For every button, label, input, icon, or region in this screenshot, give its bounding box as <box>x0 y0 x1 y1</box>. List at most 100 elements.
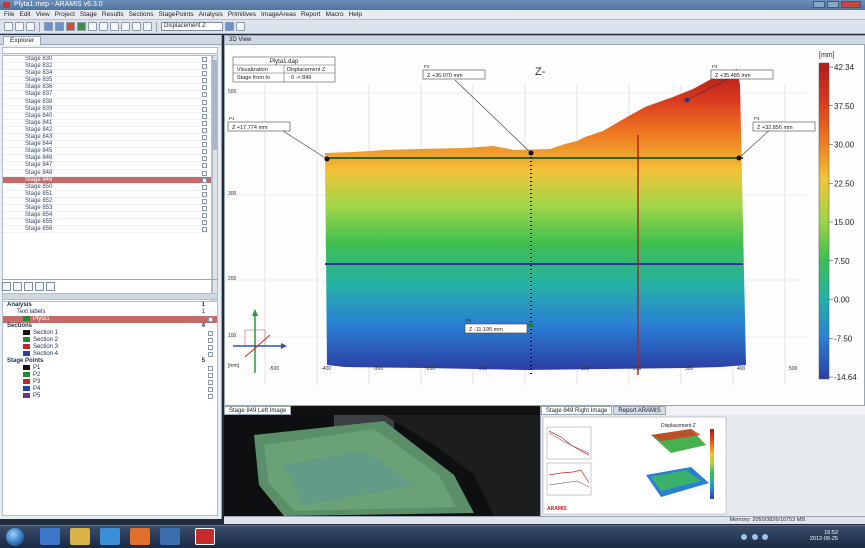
stage-item[interactable]: Stage 841 <box>3 120 211 127</box>
tab-left-image[interactable]: Stage 849 Left Image <box>224 406 292 415</box>
menu-item-results[interactable]: Results <box>102 11 124 18</box>
stage-item[interactable]: Stage 845 <box>3 148 211 156</box>
menu-item-stagepoints[interactable]: StagePoints <box>159 11 194 18</box>
arrow-icon[interactable] <box>99 22 108 31</box>
visibility-checkbox[interactable] <box>208 380 213 385</box>
stage-checkbox[interactable] <box>202 163 207 169</box>
taskbar-browser-icon[interactable] <box>130 528 150 545</box>
stage-checkbox[interactable] <box>202 156 207 162</box>
taskbar-media-icon[interactable] <box>100 528 120 545</box>
stage-checkbox[interactable] <box>202 120 207 126</box>
new-project-icon[interactable] <box>4 22 13 31</box>
section-item[interactable]: Section 2 <box>3 337 217 344</box>
stage-item[interactable]: Stage 855 <box>3 219 211 227</box>
stage-item[interactable]: Stage 840 <box>3 113 211 120</box>
visibility-checkbox[interactable] <box>208 373 213 378</box>
stage-checkbox[interactable] <box>202 135 207 141</box>
stage-checkbox[interactable] <box>202 106 207 112</box>
stage-point-item[interactable]: P4 <box>3 386 217 393</box>
visibility-checkbox[interactable] <box>208 331 213 336</box>
stage-checkbox[interactable] <box>202 205 207 211</box>
visibility-checkbox[interactable] <box>208 352 213 357</box>
stage-checkbox[interactable] <box>202 78 207 84</box>
stage-item[interactable]: Stage 832 <box>3 63 211 71</box>
stage-item[interactable]: Stage 830 <box>3 56 211 64</box>
3d-view[interactable]: 3D View Plyta1.dap Visualization Displac… <box>224 35 865 406</box>
taskbar-app-icon[interactable] <box>160 528 180 545</box>
tray-volume-icon[interactable] <box>751 534 758 540</box>
stage-item[interactable]: Stage 837 <box>3 91 211 99</box>
stage-checkbox[interactable] <box>202 64 207 70</box>
view-icon[interactable] <box>44 22 53 31</box>
stage-checkbox[interactable] <box>202 127 207 133</box>
menu-item-primitives[interactable]: Primitives <box>228 11 256 18</box>
zoom-icon[interactable] <box>132 22 141 31</box>
scrollbar-thumb[interactable] <box>213 60 217 150</box>
stage-checkbox[interactable] <box>202 213 207 219</box>
menu-item-macro[interactable]: Macro <box>326 11 344 18</box>
stage-filter-input[interactable] <box>2 47 218 54</box>
report-preview[interactable]: Displacement Z ARAMIS <box>541 415 865 516</box>
section-item[interactable]: Section 4 <box>3 351 217 358</box>
taskbar-ie-icon[interactable] <box>40 528 60 545</box>
menu-item-file[interactable]: File <box>4 11 14 18</box>
menu-item-sections[interactable]: Sections <box>129 11 154 18</box>
stage-item[interactable]: Stage 854 <box>3 212 211 220</box>
stage-checkbox[interactable] <box>202 71 207 77</box>
stage-checkbox[interactable] <box>202 99 207 105</box>
stage-checkbox[interactable] <box>202 92 207 98</box>
stage-item[interactable]: Stage 847 <box>3 162 211 170</box>
stage-checkbox[interactable] <box>202 57 207 62</box>
menu-item-project[interactable]: Project <box>55 11 75 18</box>
start-button[interactable] <box>6 528 24 546</box>
taskbar-aramis-icon[interactable] <box>195 528 215 545</box>
chevron-down-icon[interactable] <box>225 22 234 31</box>
stage-checkbox[interactable] <box>202 85 207 91</box>
stage-item[interactable]: Stage 851 <box>3 191 211 198</box>
stages-icon[interactable] <box>2 281 11 291</box>
visibility-checkbox[interactable] <box>208 394 213 399</box>
open-project-icon[interactable] <box>15 22 24 31</box>
close-button[interactable] <box>841 1 861 8</box>
report-icon[interactable] <box>46 281 55 291</box>
visibility-checkbox[interactable] <box>208 317 213 322</box>
tree-group-text-labels[interactable]: Text labels 1 <box>3 309 217 316</box>
result-type-select[interactable]: Displacement Z <box>161 22 223 31</box>
stage-item[interactable]: Stage 856 <box>3 226 211 234</box>
stage-item[interactable]: Stage 849 <box>3 176 211 184</box>
tree-group-analysis[interactable]: Analysis 1 <box>3 302 217 309</box>
stage-item[interactable]: Stage 842 <box>3 127 211 135</box>
camera-icon[interactable] <box>55 22 64 31</box>
menu-item-stage[interactable]: Stage <box>80 11 97 18</box>
visibility-checkbox[interactable] <box>208 366 213 371</box>
stage-item[interactable]: Stage 834 <box>3 70 211 78</box>
stage-item[interactable]: Stage 838 <box>3 99 211 106</box>
left-camera-image[interactable] <box>224 415 540 516</box>
tree-filter-input[interactable] <box>2 293 218 300</box>
stage-checkbox[interactable] <box>202 198 207 204</box>
stage-checkbox[interactable] <box>202 191 207 197</box>
menu-item-edit[interactable]: Edit <box>19 11 30 18</box>
visibility-checkbox[interactable] <box>208 387 213 392</box>
stage-item[interactable]: Stage 846 <box>3 155 211 163</box>
maximize-button[interactable] <box>827 1 839 8</box>
menu-item-report[interactable]: Report <box>301 11 321 18</box>
stage-checkbox[interactable] <box>202 149 207 155</box>
text-label-item[interactable]: Plyta1 <box>3 316 217 323</box>
tree-group-sections[interactable]: Sections 4 <box>3 323 217 330</box>
clock[interactable]: 16:52 2012-05-25 <box>810 530 838 542</box>
stage-point-item[interactable]: P1 <box>3 365 217 372</box>
stage-point-item[interactable]: P3 <box>3 379 217 386</box>
stage-checkbox[interactable] <box>202 142 207 148</box>
section-icon[interactable] <box>66 22 75 31</box>
stage-item[interactable]: Stage 843 <box>3 134 211 142</box>
tab-explorer[interactable]: Explorer <box>3 36 42 45</box>
stage-list-scrollbar[interactable] <box>212 55 218 304</box>
images-icon[interactable] <box>35 281 44 291</box>
stage-item[interactable]: Stage 835 <box>3 77 211 85</box>
section-item[interactable]: Section 1 <box>3 330 217 337</box>
stage-point-item[interactable]: P5 <box>3 393 217 400</box>
save-project-icon[interactable] <box>26 22 35 31</box>
visibility-checkbox[interactable] <box>208 345 213 350</box>
menu-item-view[interactable]: View <box>36 11 50 18</box>
